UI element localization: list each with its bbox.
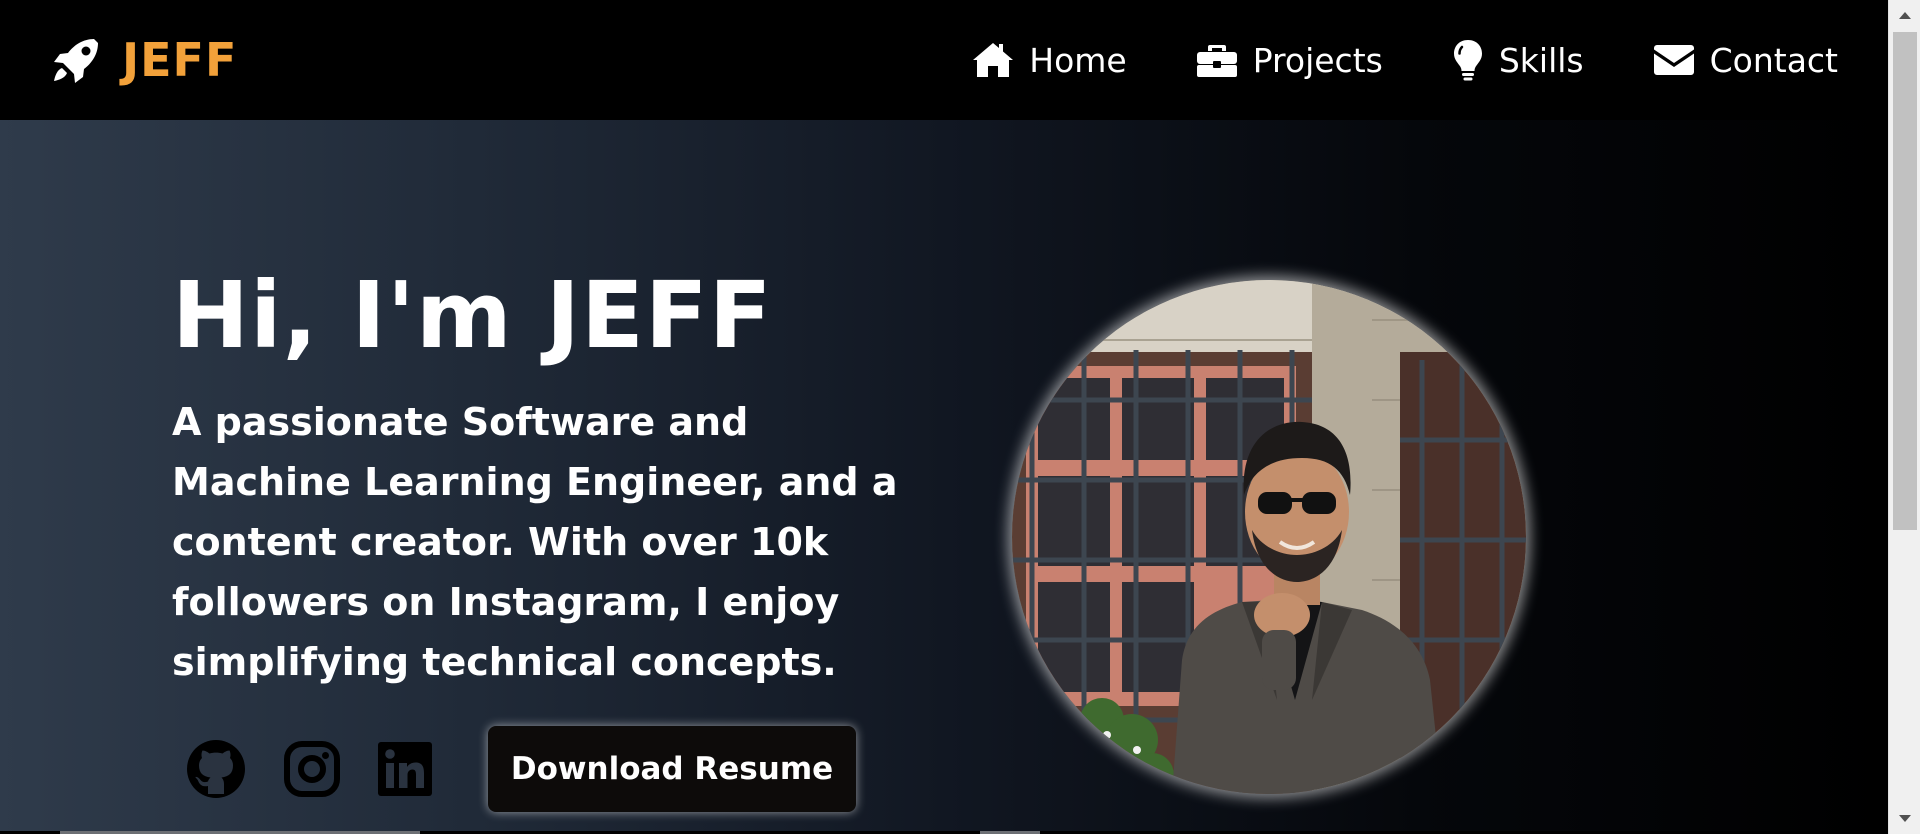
linkedin-icon (378, 742, 432, 796)
lightbulb-icon (1451, 38, 1485, 82)
profile-photo (1012, 280, 1526, 794)
rocket-icon (50, 35, 104, 85)
scrollbar-thumb[interactable] (1893, 32, 1917, 530)
nav-skills-label: Skills (1498, 40, 1584, 80)
nav-projects[interactable]: Projects (1195, 41, 1383, 80)
linkedin-link[interactable] (378, 742, 432, 796)
nav-skills[interactable]: Skills (1451, 38, 1584, 82)
scroll-up-arrow[interactable] (1889, 0, 1920, 30)
nav-projects-label: Projects (1252, 40, 1383, 80)
vertical-scrollbar[interactable] (1888, 0, 1920, 834)
hero-text: Hi, I'm JEFF A passionate Software and M… (172, 270, 932, 692)
hero-subtitle: A passionate Software and Machine Learni… (172, 400, 898, 684)
envelope-icon (1652, 42, 1696, 78)
chevron-down-icon (1899, 815, 1911, 822)
main-nav: Home Projects Skills Contact (971, 38, 1838, 82)
scroll-down-arrow[interactable] (1889, 804, 1920, 834)
nav-contact-label: Contact (1709, 40, 1838, 80)
page: JEFF Home Projects Skills Contact Hi, I'… (0, 0, 1920, 834)
nav-home-label: Home (1029, 40, 1127, 80)
github-link[interactable] (186, 739, 246, 799)
hero-section: Hi, I'm JEFF A passionate Software and M… (0, 120, 1888, 834)
download-resume-button[interactable]: Download Resume (488, 726, 856, 812)
brand-link[interactable]: JEFF (50, 33, 237, 87)
brand-name: JEFF (122, 33, 238, 87)
nav-home[interactable]: Home (971, 40, 1127, 80)
nav-contact[interactable]: Contact (1652, 41, 1838, 80)
chevron-up-icon (1899, 12, 1911, 19)
social-links (186, 739, 432, 799)
github-icon (186, 739, 246, 799)
navbar: JEFF Home Projects Skills Contact (0, 0, 1888, 120)
home-icon (971, 41, 1015, 79)
hero-actions: Download Resume (186, 726, 856, 812)
hero-title: Hi, I'm JEFF (172, 262, 773, 369)
instagram-link[interactable] (284, 741, 340, 797)
instagram-icon (284, 741, 340, 797)
briefcase-icon (1195, 41, 1239, 79)
